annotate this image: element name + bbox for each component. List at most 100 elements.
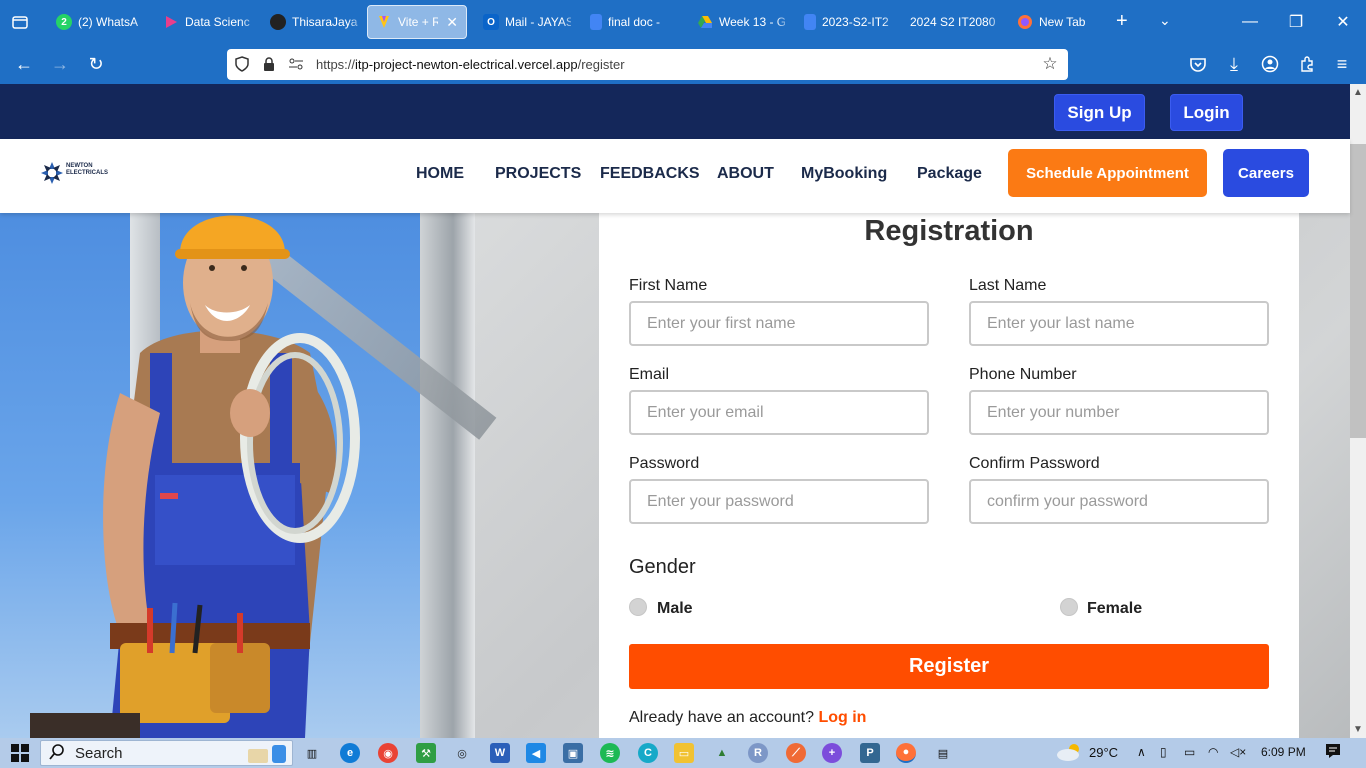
nav-package[interactable]: Package [917,165,982,183]
app-icon[interactable]: ⚒ [416,743,436,763]
password-input[interactable] [629,479,929,524]
tab-list-chevron-icon[interactable]: ⌄ [1159,12,1171,29]
tab-week13[interactable]: Week 13 - G [689,6,793,38]
new-tab-plus-icon[interactable]: + [1116,11,1128,31]
outlook-icon: O [483,14,499,30]
gender-female-radio[interactable] [1060,598,1078,616]
close-tab-icon[interactable]: ✕ [446,14,458,31]
tray-chevron-up-icon[interactable]: ∧ [1137,745,1146,759]
weather-cloud-icon[interactable] [1056,742,1084,765]
tab-data-science[interactable]: Data Scienc [155,6,259,38]
login-link[interactable]: Log in [818,709,866,726]
tab-final-doc[interactable]: final doc - [582,6,686,38]
careers-button[interactable]: Careers [1223,149,1309,197]
extensions-icon[interactable] [1295,52,1319,76]
schedule-appointment-button[interactable]: Schedule Appointment [1008,149,1207,197]
add-app-icon[interactable]: + [822,743,842,763]
tab-2024-s2[interactable]: 2024 S2 IT2080 I [902,6,1006,38]
restore-icon[interactable]: ❐ [1273,0,1319,44]
tab-github[interactable]: ThisaraJayas [262,6,366,38]
confirm-password-input[interactable] [969,479,1269,524]
login-button[interactable]: Login [1170,94,1243,131]
first-name-label: First Name [629,277,708,294]
word-icon[interactable]: W [490,743,510,763]
minimize-icon[interactable]: — [1227,0,1273,44]
tab-2023-s2[interactable]: 2023-S2-IT2 [796,6,900,38]
nav-projects[interactable]: PROJECTS [495,165,581,183]
firefox-icon [1017,14,1033,30]
github-desktop-icon[interactable]: ◎ [452,743,472,763]
tab-new-tab[interactable]: New Tab [1009,6,1113,38]
last-name-input[interactable] [969,301,1269,346]
nav-mybooking[interactable]: MyBooking [801,165,887,183]
gender-male-radio[interactable] [629,598,647,616]
volume-mute-icon[interactable]: ◁× [1230,745,1246,759]
nav-home[interactable]: HOME [416,165,464,183]
email-input[interactable] [629,390,929,435]
gender-male-label[interactable]: Male [657,600,693,618]
tab-title: (2) WhatsA [78,15,139,29]
notification-icon[interactable] [1325,743,1341,762]
gender-female-label[interactable]: Female [1087,600,1142,618]
reload-icon[interactable]: ↻ [84,52,108,76]
registration-card: Registration First Name Last Name Email … [599,213,1299,738]
edge-icon[interactable]: e [340,743,360,763]
menu-hamburger-icon[interactable]: ≡ [1330,52,1354,76]
firefox-taskbar-icon[interactable]: ● [896,743,916,763]
postman-icon[interactable]: ⟋ [786,743,806,763]
url-text: https://itp-project-newton-electrical.ve… [316,57,625,72]
download-icon[interactable]: ⤓ [1222,52,1246,76]
permissions-icon[interactable] [287,55,305,73]
lock-icon[interactable] [260,55,278,73]
r-icon[interactable]: R [748,743,768,763]
forward-arrow-icon[interactable]: → [48,52,72,76]
file-explorer-icon[interactable]: ▭ [674,743,694,763]
account-icon[interactable] [1258,52,1282,76]
company-logo[interactable]: NEWTON ELECTRICALS [40,159,114,187]
battery-icon[interactable]: ▭ [1184,745,1195,759]
wifi-icon[interactable]: ◠ [1208,745,1218,759]
tab-title: 2023-S2-IT2 [822,15,889,29]
tray-device-icon[interactable]: ▯ [1160,745,1167,759]
search-label: Search [75,744,123,762]
nav-about[interactable]: ABOUT [717,165,774,183]
signup-button[interactable]: Sign Up [1054,94,1145,131]
shield-icon[interactable] [233,55,251,73]
pocket-icon[interactable] [1186,52,1210,76]
postgres-icon[interactable]: P [860,743,880,763]
page-scrollbar[interactable]: ▲ ▼ [1350,84,1366,738]
gender-label: Gender [629,556,696,578]
docs-icon [590,14,602,30]
tab-list-icon[interactable] [0,0,40,44]
scrollbar-thumb[interactable] [1350,144,1366,438]
task-view-icon[interactable]: ▥ [302,743,322,763]
store-icon[interactable]: ▣ [563,743,583,763]
back-arrow-icon[interactable]: ← [12,52,36,76]
nav-feedbacks[interactable]: FEEDBACKS [600,165,700,183]
chrome-icon[interactable]: ◉ [378,743,398,763]
tab-vite-active[interactable]: Vite + Re ✕ [367,5,467,39]
first-name-input[interactable] [629,301,929,346]
docs-icon [804,14,816,30]
vscode-icon[interactable]: ◀ [526,743,546,763]
tab-whatsapp[interactable]: 2 (2) WhatsA [48,6,152,38]
scroll-down-arrow-icon[interactable]: ▼ [1353,724,1363,735]
spotify-icon[interactable]: ≋ [600,743,620,763]
confirm-password-label: Confirm Password [969,455,1100,472]
scroll-up-arrow-icon[interactable]: ▲ [1353,87,1363,98]
register-button[interactable]: Register [629,644,1269,689]
weather-temp[interactable]: 29°C [1089,745,1118,760]
app-window-icon[interactable]: ▤ [933,743,953,763]
address-bar[interactable]: https://itp-project-newton-electrical.ve… [227,49,1068,80]
windows-start-icon[interactable] [10,743,30,763]
bookmark-star-icon[interactable]: ☆ [1041,54,1059,73]
close-window-icon[interactable]: ✕ [1320,0,1366,44]
windows-taskbar: Search ▥ e ◉ ⚒ ◎ W ◀ ▣ ≋ C ▭ ▲ R ⟋ + P ●… [0,738,1366,768]
android-studio-icon[interactable]: ▲ [712,743,732,763]
phone-input[interactable] [969,390,1269,435]
canva-icon[interactable]: C [638,743,658,763]
taskbar-search-box[interactable]: Search [40,740,293,766]
tab-mail[interactable]: O Mail - JAYAS [475,6,579,38]
clock-time[interactable]: 6:09 PM [1261,745,1306,759]
last-name-label: Last Name [969,277,1047,294]
